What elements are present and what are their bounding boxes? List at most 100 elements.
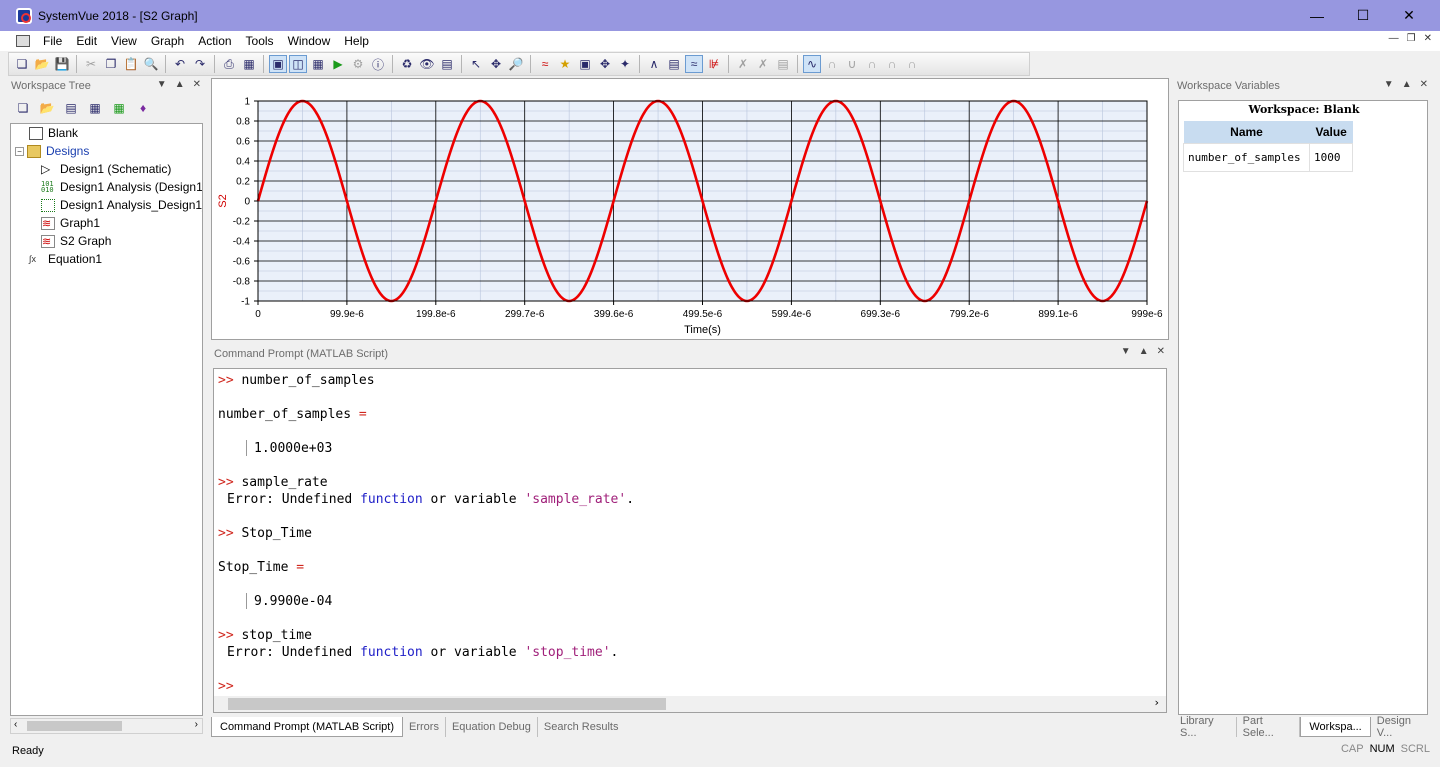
mdi-close-icon[interactable]: ✕ bbox=[1424, 33, 1432, 44]
menu-view[interactable]: View bbox=[104, 34, 144, 48]
zoom-icon[interactable]: 🔎 bbox=[507, 55, 525, 73]
multi-trace-icon[interactable]: ≈ bbox=[685, 55, 703, 73]
command-output[interactable]: >> number_of_samples number_of_samples =… bbox=[213, 368, 1167, 713]
tree-item-equation1[interactable]: ∫x Equation1 bbox=[29, 250, 102, 268]
trace-icon[interactable]: ≈ bbox=[536, 55, 554, 73]
s2-graph[interactable]: 0 99.9e-6 199.8e-6 299.7e-6 399.6e-6 499.5e-6… bbox=[211, 78, 1169, 340]
tab-library-selector[interactable]: Library S... bbox=[1174, 715, 1237, 739]
library-icon[interactable]: ▦ bbox=[240, 55, 258, 73]
run-icon[interactable]: ▶ bbox=[329, 55, 347, 73]
tab-search-results[interactable]: Search Results bbox=[538, 717, 625, 737]
pointer-icon[interactable]: ↖ bbox=[467, 55, 485, 73]
info-icon[interactable]: ⓘ bbox=[369, 55, 387, 73]
delta-marker-icon[interactable]: ⊯ bbox=[705, 55, 723, 73]
menu-action[interactable]: Action bbox=[191, 34, 238, 48]
column-header-name[interactable]: Name bbox=[1183, 121, 1310, 143]
pin-icon[interactable]: ▲ bbox=[175, 79, 185, 90]
menu-help[interactable]: Help bbox=[337, 34, 376, 48]
auto-scale-icon[interactable]: ✦ bbox=[616, 55, 634, 73]
menu-tools[interactable]: Tools bbox=[239, 34, 281, 48]
undo-icon[interactable]: ↶ bbox=[171, 55, 189, 73]
column-header-value[interactable]: Value bbox=[1309, 121, 1353, 143]
scrollbar-thumb[interactable] bbox=[27, 721, 122, 731]
marker-table-icon[interactable]: ▤ bbox=[774, 55, 792, 73]
close-icon[interactable]: ✕ bbox=[193, 79, 201, 90]
tab-part-selector[interactable]: Part Sele... bbox=[1237, 715, 1301, 739]
settings-icon[interactable]: ⚙ bbox=[349, 55, 367, 73]
remove-marker-icon[interactable]: ✗ bbox=[734, 55, 752, 73]
pan-icon[interactable]: ✥ bbox=[487, 55, 505, 73]
dropdown-icon[interactable]: ▼ bbox=[1384, 79, 1394, 90]
tree-horizontal-scrollbar[interactable]: ‹ › bbox=[10, 718, 203, 734]
tree-item-design1-analysis-table[interactable]: Design1 Analysis_Design1_ bbox=[41, 196, 202, 214]
collapse-icon[interactable]: − bbox=[15, 146, 24, 156]
eye-icon[interactable]: 👁 bbox=[418, 55, 436, 73]
zoom-box-icon[interactable]: ▣ bbox=[576, 55, 594, 73]
paste-icon[interactable]: 📋 bbox=[122, 55, 140, 73]
curve-peak-icon[interactable]: ∩ bbox=[823, 55, 841, 73]
document-menu-icon[interactable] bbox=[16, 35, 30, 47]
scroll-left-icon[interactable]: ‹ bbox=[14, 719, 17, 730]
tab-design-variables[interactable]: Design V... bbox=[1371, 715, 1432, 739]
menu-graph[interactable]: Graph bbox=[144, 34, 191, 48]
cut-icon[interactable]: ✂ bbox=[82, 55, 100, 73]
save-icon[interactable]: 💾 bbox=[53, 55, 71, 73]
tree-item-design1-analysis[interactable]: 101 010 Design1 Analysis (Design1) bbox=[41, 178, 202, 196]
command-input-line[interactable]: >> bbox=[218, 679, 234, 694]
menu-window[interactable]: Window bbox=[281, 34, 338, 48]
scrollbar-thumb[interactable] bbox=[228, 698, 666, 710]
tree-item-designs[interactable]: − Designs bbox=[15, 142, 89, 160]
table-row[interactable]: number_of_samples 1000 bbox=[1183, 142, 1354, 172]
layout-grid-icon[interactable]: ▦ bbox=[309, 55, 327, 73]
scroll-right-icon[interactable]: › bbox=[195, 719, 198, 730]
tab-errors[interactable]: Errors bbox=[403, 717, 446, 737]
mdi-minimize-icon[interactable]: — bbox=[1389, 33, 1399, 44]
maximize-button[interactable]: ☐ bbox=[1340, 0, 1386, 31]
dropdown-icon[interactable]: ▼ bbox=[1121, 346, 1131, 357]
marker-icon[interactable]: ♻ bbox=[398, 55, 416, 73]
open-folder-icon[interactable]: 📂 bbox=[38, 99, 56, 117]
zoom-fit-icon[interactable]: ✥ bbox=[596, 55, 614, 73]
tree-item-graph1[interactable]: ≋ Graph1 bbox=[41, 214, 100, 232]
scroll-right-icon[interactable]: › bbox=[1153, 696, 1160, 709]
list-view-icon[interactable]: ▤ bbox=[62, 99, 80, 117]
new-item-icon[interactable]: ❏ bbox=[14, 99, 32, 117]
tree-item-s2-graph[interactable]: ≋ S2 Graph bbox=[41, 232, 111, 250]
star-icon[interactable]: ★ bbox=[556, 55, 574, 73]
peak-icon[interactable]: ∧ bbox=[645, 55, 663, 73]
redo-icon[interactable]: ↷ bbox=[191, 55, 209, 73]
open-icon[interactable]: 📂 bbox=[33, 55, 51, 73]
layout-split-icon[interactable]: ◫ bbox=[289, 55, 307, 73]
curve-next-peak-icon[interactable]: ∩ bbox=[863, 55, 881, 73]
add-design-icon[interactable]: ▦ bbox=[110, 99, 128, 117]
curve-valley-icon[interactable]: ∪ bbox=[843, 55, 861, 73]
mdi-restore-icon[interactable]: ❐ bbox=[1407, 33, 1416, 44]
tree-item-blank[interactable]: Blank bbox=[29, 124, 78, 142]
pin-icon[interactable]: ▲ bbox=[1139, 346, 1149, 357]
layout-single-icon[interactable]: ▣ bbox=[269, 55, 287, 73]
curve-prev-peak-icon[interactable]: ∩ bbox=[883, 55, 901, 73]
dropdown-icon[interactable]: ▼ bbox=[157, 79, 167, 90]
tab-equation-debug[interactable]: Equation Debug bbox=[446, 717, 538, 737]
curve-sine-icon[interactable]: ∿ bbox=[803, 55, 821, 73]
add-item-icon[interactable]: ▦ bbox=[86, 99, 104, 117]
systemvue-app-icon[interactable] bbox=[16, 7, 32, 24]
copy-icon[interactable]: ❐ bbox=[102, 55, 120, 73]
tab-command-prompt[interactable]: Command Prompt (MATLAB Script) bbox=[211, 717, 404, 737]
pin-icon[interactable]: ▲ bbox=[1402, 79, 1412, 90]
find-icon[interactable]: 🔍 bbox=[142, 55, 160, 73]
new-icon[interactable]: ❏ bbox=[13, 55, 31, 73]
library-icon[interactable]: ♦ bbox=[134, 99, 152, 117]
properties-icon[interactable]: ▤ bbox=[438, 55, 456, 73]
print-icon[interactable]: ⎙ bbox=[220, 55, 238, 73]
mark-plot-icon[interactable]: ▤ bbox=[665, 55, 683, 73]
menu-file[interactable]: File bbox=[36, 34, 69, 48]
menu-edit[interactable]: Edit bbox=[69, 34, 104, 48]
close-icon[interactable]: ✕ bbox=[1157, 346, 1165, 357]
minimize-button[interactable]: — bbox=[1294, 0, 1340, 31]
command-horizontal-scrollbar[interactable]: › bbox=[214, 696, 1166, 712]
close-button[interactable]: ✕ bbox=[1386, 0, 1432, 31]
remove-all-markers-icon[interactable]: ✗ bbox=[754, 55, 772, 73]
tree-item-design1-schematic[interactable]: ▷ Design1 (Schematic) bbox=[41, 160, 171, 178]
close-icon[interactable]: ✕ bbox=[1420, 79, 1428, 90]
